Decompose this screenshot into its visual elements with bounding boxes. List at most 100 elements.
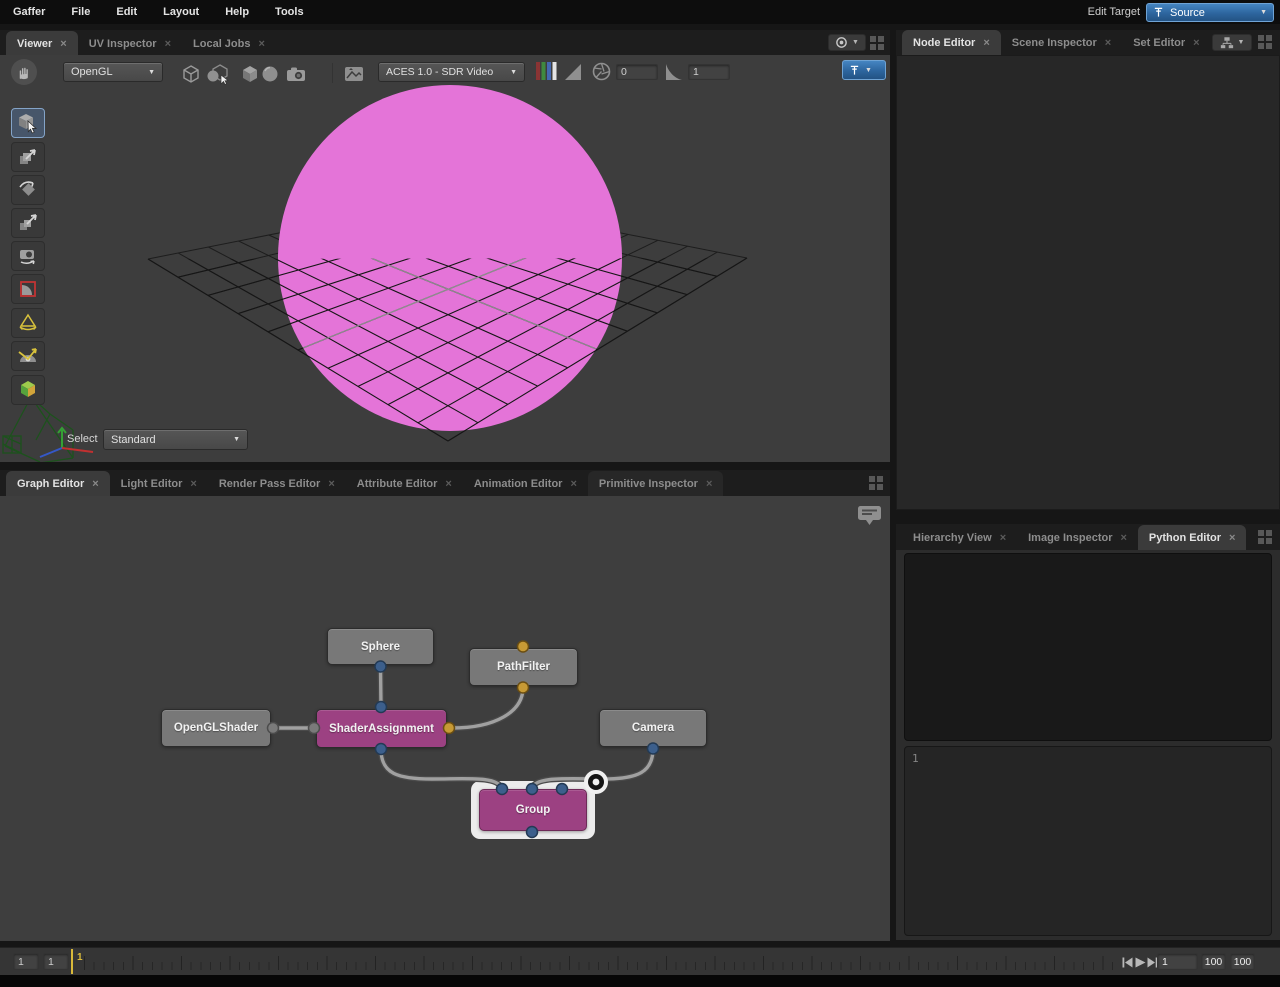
tab-primitive-inspector[interactable]: Primitive Inspector ×	[588, 471, 723, 496]
tool-select[interactable]	[11, 108, 45, 138]
node-label: PathFilter	[497, 661, 550, 673]
tool-scale[interactable]	[11, 208, 45, 238]
display-mode-dropdown[interactable]: OpenGL ▼	[63, 62, 163, 82]
exposure-field[interactable]: 0	[616, 64, 658, 80]
close-icon[interactable]: ×	[570, 478, 576, 490]
tab-image-inspector[interactable]: Image Inspector ×	[1017, 525, 1138, 550]
annotation-bubble-icon[interactable]	[857, 505, 882, 529]
tab-render-pass-editor[interactable]: Render Pass Editor ×	[208, 471, 346, 496]
inspector-panel: Hierarchy View × Image Inspector × Pytho…	[896, 524, 1280, 940]
render-view-button[interactable]	[341, 63, 367, 85]
timeline-current-field[interactable]: 1	[43, 953, 69, 970]
close-icon[interactable]: ×	[328, 478, 334, 490]
skip-to-start-button[interactable]	[1121, 956, 1133, 968]
close-icon[interactable]: ×	[983, 37, 989, 49]
edit-target-dropdown[interactable]: Source ▼	[1146, 3, 1274, 22]
node-pathfilter[interactable]: PathFilter	[469, 648, 578, 686]
frame-end-field[interactable]: 100	[1201, 953, 1226, 970]
colorspace-dropdown[interactable]: ACES 1.0 - SDR Video ▼	[378, 62, 525, 82]
menu-gaffer[interactable]: Gaffer	[0, 6, 58, 18]
menu-file[interactable]: File	[58, 6, 103, 18]
tab-attribute-editor[interactable]: Attribute Editor ×	[346, 471, 463, 496]
timeline-start-field[interactable]: 1	[13, 953, 39, 970]
layout-grid-icon[interactable]	[1258, 35, 1272, 49]
shaded-sphere-button[interactable]	[257, 63, 283, 85]
layout-grid-icon[interactable]	[1258, 530, 1272, 544]
aperture-icon[interactable]	[592, 62, 611, 81]
layout-grid-icon[interactable]	[870, 36, 884, 50]
range-end-field[interactable]: 100	[1230, 953, 1255, 970]
tab-set-editor[interactable]: Set Editor ×	[1122, 30, 1210, 55]
channels-rgba-icon[interactable]	[536, 61, 557, 81]
graph-editor-canvas[interactable]: Sphere PathFilter OpenGLShader ShaderAss…	[0, 496, 890, 941]
tab-hierarchy-view[interactable]: Hierarchy View ×	[902, 525, 1017, 550]
viewer-focus-menu-button[interactable]: ▼	[828, 34, 866, 51]
menu-edit[interactable]: Edit	[103, 6, 150, 18]
tool-rotate[interactable]	[11, 175, 45, 205]
tool-display-cube[interactable]	[11, 375, 45, 405]
python-input-area[interactable]: 1	[904, 746, 1272, 936]
close-icon[interactable]: ×	[1120, 532, 1126, 544]
pan-hand-button[interactable]	[11, 59, 37, 85]
viewport-canvas[interactable]	[0, 55, 890, 462]
node-camera[interactable]: Camera	[599, 709, 707, 747]
node-shaderassignment[interactable]: ShaderAssignment	[316, 709, 447, 748]
close-icon[interactable]: ×	[1193, 37, 1199, 49]
close-icon[interactable]: ×	[60, 38, 66, 50]
tool-crop-window[interactable]	[11, 274, 45, 304]
close-icon[interactable]: ×	[92, 478, 98, 490]
tab-animation-editor[interactable]: Animation Editor ×	[463, 471, 588, 496]
close-icon[interactable]: ×	[445, 478, 451, 490]
select-label: Select	[67, 433, 98, 445]
tab-scene-inspector[interactable]: Scene Inspector ×	[1001, 30, 1122, 55]
tab-viewer[interactable]: Viewer ×	[6, 31, 78, 56]
layout-grid-icon[interactable]	[869, 476, 883, 490]
tab-uv-inspector[interactable]: UV Inspector ×	[78, 31, 182, 56]
tab-graph-editor[interactable]: Graph Editor ×	[6, 471, 110, 496]
viewer-viewport[interactable]: OpenGL ▼	[0, 55, 890, 462]
shading-wireframe-button[interactable]	[178, 63, 204, 85]
gamma-field[interactable]: 1	[688, 64, 730, 80]
node-editor-panel: Node Editor × Scene Inspector × Set Edit…	[896, 30, 1280, 510]
shading-mode-button[interactable]	[203, 63, 233, 85]
select-mode-dropdown[interactable]: Standard ▼	[103, 429, 248, 450]
close-icon[interactable]: ×	[258, 38, 264, 50]
viewer-pin-dropdown[interactable]: ▼	[842, 60, 886, 80]
current-frame-field[interactable]: 1	[1157, 953, 1198, 970]
node-group[interactable]: Group	[479, 789, 587, 831]
menu-tools[interactable]: Tools	[262, 6, 317, 18]
timeline-ruler[interactable]	[84, 951, 1118, 973]
tab-label: Light Editor	[121, 478, 183, 490]
tab-node-editor[interactable]: Node Editor ×	[902, 30, 1001, 55]
close-icon[interactable]: ×	[1229, 532, 1235, 544]
tool-light[interactable]	[11, 308, 45, 338]
tool-camera[interactable]	[11, 241, 45, 271]
tab-local-jobs[interactable]: Local Jobs ×	[182, 31, 276, 56]
close-icon[interactable]: ×	[165, 38, 171, 50]
node-sphere[interactable]: Sphere	[327, 628, 434, 665]
close-icon[interactable]: ×	[1000, 532, 1006, 544]
close-icon[interactable]: ×	[190, 478, 196, 490]
tool-translate[interactable]	[11, 142, 45, 172]
exposure-icon[interactable]	[564, 63, 582, 81]
tab-light-editor[interactable]: Light Editor ×	[110, 471, 208, 496]
menu-help[interactable]: Help	[212, 6, 262, 18]
node-editor-mode-button[interactable]: ▼	[1212, 34, 1252, 51]
node-openglshader[interactable]: OpenGLShader	[161, 709, 271, 747]
sphere-object[interactable]	[278, 85, 622, 431]
camera-settings-button[interactable]	[283, 63, 309, 85]
gamma-icon[interactable]	[665, 63, 683, 81]
timeline-playhead[interactable]	[71, 949, 73, 974]
tab-python-editor[interactable]: Python Editor ×	[1138, 525, 1247, 550]
close-icon[interactable]: ×	[1105, 37, 1111, 49]
light-cone-icon	[17, 312, 39, 334]
chevron-down-icon: ▼	[1260, 9, 1267, 16]
node-label: OpenGLShader	[174, 722, 258, 734]
tool-light-position[interactable]	[11, 341, 45, 371]
tab-label: Scene Inspector	[1012, 37, 1097, 49]
close-icon[interactable]: ×	[706, 478, 712, 490]
chevron-down-icon: ▼	[852, 39, 859, 46]
play-button[interactable]	[1134, 956, 1146, 968]
python-output-area[interactable]	[904, 553, 1272, 741]
menu-layout[interactable]: Layout	[150, 6, 212, 18]
